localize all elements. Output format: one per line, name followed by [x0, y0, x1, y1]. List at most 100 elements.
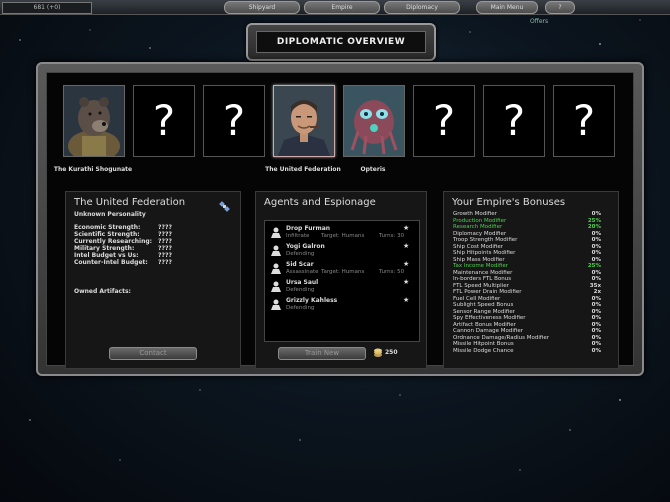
bear-icon	[64, 86, 124, 156]
agents-panel-title: Agents and Espionage	[264, 197, 376, 208]
top-bar: 681 (+0) Shipyard Empire Diplomacy Main …	[0, 0, 670, 15]
agent-activity: Assassinate	[286, 269, 319, 275]
bonus-value: 0%	[591, 315, 601, 321]
bonus-row: Ship Hitpoints Modifier 0%	[453, 250, 601, 256]
faction-portrait-unknown[interactable]: ?	[413, 85, 475, 157]
owned-artifacts-label: Owned Artifacts:	[74, 288, 131, 295]
agent-row[interactable]: Grizzly Kahless Defending ★	[271, 296, 413, 317]
bonus-row: FTL Power Drain Modifier 2x	[453, 289, 601, 295]
bonus-row: Cannon Damage Modifier 0%	[453, 328, 601, 334]
bonus-value: 0%	[591, 328, 601, 334]
stat-row: Intel Budget vs Us:????	[74, 252, 194, 259]
bonus-row: Sublight Speed Bonus 0%	[453, 302, 601, 308]
agent-icon	[271, 245, 281, 256]
faction-portrait-unknown[interactable]: ?	[203, 85, 265, 157]
bonus-row: Research Modifier 20%	[453, 224, 601, 230]
nav-main-menu-button[interactable]: Main Menu	[476, 1, 538, 14]
stat-value: ????	[158, 259, 172, 266]
bonus-row: Ordnance Damage/Radius Modifier 0%	[453, 335, 601, 341]
agent-icon	[271, 263, 281, 274]
bonus-row: Production Modifier 25%	[453, 218, 601, 224]
stat-label: Economic Strength:	[74, 224, 141, 231]
agent-row[interactable]: Ursa Saul Defending ★	[271, 278, 413, 299]
nav-help-button[interactable]: ?	[545, 1, 575, 14]
agent-star-icon: ★	[403, 242, 410, 250]
bonus-value: 20%	[587, 224, 601, 230]
faction-portrait-united-federation[interactable]	[273, 85, 335, 157]
faction-portrait-kurathi[interactable]	[63, 85, 125, 157]
bonus-value: 35x	[589, 282, 601, 289]
bonus-row: Artifact Bonus Modifier 0%	[453, 322, 601, 328]
agent-activity: Defending	[286, 305, 315, 311]
nav-shipyard-button[interactable]: Shipyard	[224, 1, 300, 14]
bonus-value: 0%	[591, 230, 601, 237]
bonus-row: Fuel Cell Modifier 0%	[453, 296, 601, 302]
agent-activity: Defending	[286, 287, 315, 293]
train-new-button[interactable]: Train New	[278, 347, 366, 360]
bonus-row: FTL Speed Multiplier 35x	[453, 283, 601, 289]
unknown-faction-mark: ?	[432, 96, 456, 145]
bonus-row: In-borders FTL Bonus 0%	[453, 276, 601, 282]
stat-label: Counter-Intel Budget:	[74, 259, 148, 266]
bonus-row: Diplomacy Modifier 0%	[453, 231, 601, 237]
stat-value: ????	[158, 224, 172, 231]
bonus-label: Ordnance Damage/Radius Modifier	[453, 334, 549, 341]
stat-value: ????	[158, 238, 172, 245]
bonus-label: Spy Effectiveness Modifier	[453, 315, 526, 321]
agent-icon	[271, 281, 281, 292]
agent-row[interactable]: Yogi Galron Defending ★	[271, 242, 413, 263]
bonus-label: FTL Power Drain Modifier	[453, 289, 522, 295]
bonus-row: Sensor Range Modifier 0%	[453, 309, 601, 315]
bonus-label: FTL Speed Multiplier	[453, 282, 509, 289]
faction-panel-title: The United Federation	[74, 197, 186, 208]
bonus-row: Ship Mass Modifier 0%	[453, 257, 601, 263]
bonus-value: 0%	[591, 243, 601, 250]
bonus-label: Cannon Damage Modifier	[453, 328, 523, 334]
faction-portrait-unknown[interactable]: ?	[483, 85, 545, 157]
bonus-row: Growth Modifier 0%	[453, 211, 601, 217]
faction-portrait-unknown[interactable]: ?	[553, 85, 615, 157]
agent-target: Target: Humans	[321, 233, 365, 239]
bonus-value: 0%	[591, 302, 601, 308]
nav-empire-button[interactable]: Empire	[304, 1, 380, 14]
faction-portrait-unknown[interactable]: ?	[133, 85, 195, 157]
bonus-label: Ship Cost Modifier	[453, 243, 503, 250]
empire-bonuses-panel: Your Empire's Bonuses Growth Modifier 0% P…	[443, 191, 619, 369]
nav-diplomacy-button[interactable]: Diplomacy	[384, 1, 460, 14]
train-cost: 250	[385, 349, 398, 356]
agent-target: Target: Humans	[321, 269, 365, 275]
stat-value: ????	[158, 245, 172, 252]
title-plate: DIPLOMATIC OVERVIEW	[246, 23, 436, 61]
bonus-value: 0%	[591, 308, 601, 315]
agent-name: Sid Scar	[286, 261, 314, 268]
bonus-value: 0%	[591, 321, 601, 328]
agent-icon	[271, 227, 281, 238]
stat-label: Intel Budget vs Us:	[74, 252, 139, 259]
bonus-value: 25%	[587, 263, 601, 269]
agent-row[interactable]: Drop Furman Infiltrate Target: Humans Tu…	[271, 224, 413, 245]
bonus-row: Missile Dodge Chance 0%	[453, 348, 601, 354]
bonus-label: Ship Hitpoints Modifier	[453, 250, 516, 256]
satellite-icon[interactable]	[218, 200, 230, 212]
contact-button[interactable]: Contact	[109, 347, 197, 360]
offers-link[interactable]: Offers	[530, 18, 548, 25]
page-title: DIPLOMATIC OVERVIEW	[256, 31, 426, 53]
stat-row: Currently Researching:????	[74, 238, 194, 245]
coins-icon	[374, 348, 382, 357]
bonus-value: 0%	[591, 347, 601, 354]
diplomacy-frame: ? ? ? ? ? The Kurathi Shogunate The Unit…	[36, 62, 644, 376]
unknown-faction-mark: ?	[152, 96, 176, 145]
bonus-row: Missile Hitpoint Bonus 0%	[453, 341, 601, 347]
bonus-row: Spy Effectiveness Modifier 0%	[453, 315, 601, 321]
bonus-label: Diplomacy Modifier	[453, 230, 507, 237]
agent-activity: Infiltrate	[286, 233, 310, 239]
agent-star-icon: ★	[403, 224, 410, 232]
agent-activity: Defending	[286, 251, 315, 257]
agent-turns: Turns: 50	[379, 269, 405, 275]
faction-portrait-opteris[interactable]	[343, 85, 405, 157]
bonus-value: 0%	[591, 211, 601, 217]
bonus-label: Artifact Bonus Modifier	[453, 321, 516, 328]
stat-row: Counter-Intel Budget:????	[74, 259, 194, 266]
agent-row[interactable]: Sid Scar Assassinate Target: Humans Turn…	[271, 260, 413, 281]
bonuses-panel-title: Your Empire's Bonuses	[452, 197, 566, 208]
